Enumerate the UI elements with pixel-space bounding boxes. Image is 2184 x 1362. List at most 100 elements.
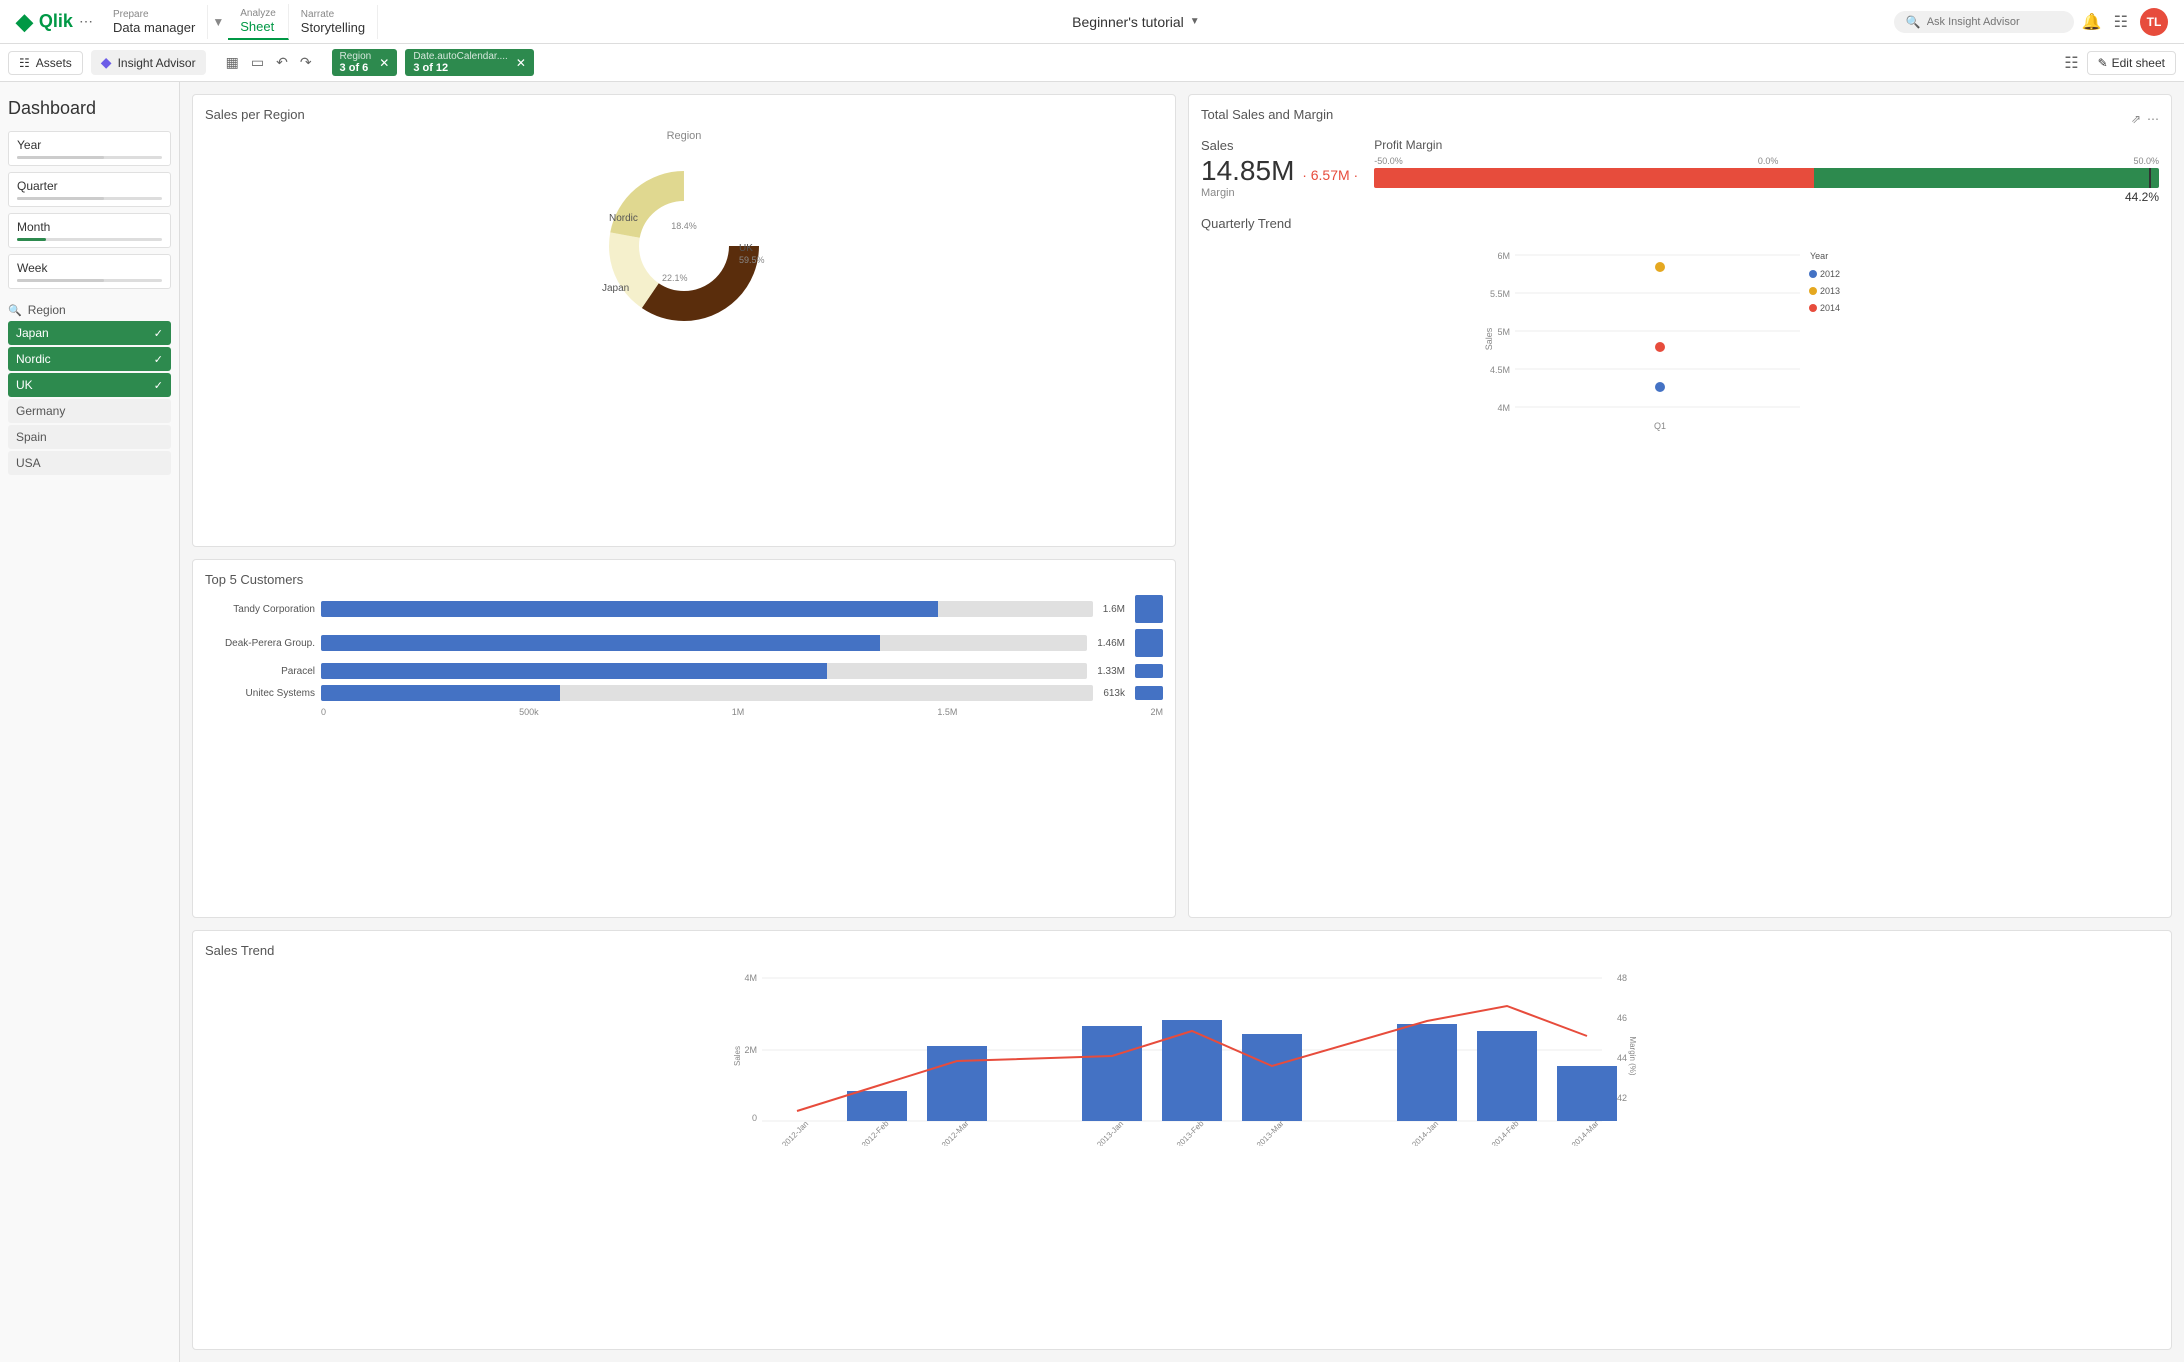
checkmark-icon: ✓ [154,379,163,392]
quarterly-trend-chart: 6M 5.5M 5M 4.5M 4M Q1 [1201,239,2159,459]
sales-trend-chart: 4M 2M 0 48 46 44 42 Sales Margin (%) [205,966,2159,1146]
svg-text:44: 44 [1617,1053,1627,1063]
filter-year[interactable]: Year [8,131,171,166]
x-label-4: 2M [1150,707,1163,717]
nav-search[interactable]: 🔍 [1894,11,2074,33]
filter-chip-date[interactable]: Date.autoCalendar.... 3 of 12 ✕ [405,49,534,76]
dashboard-title: Dashboard [8,90,171,131]
svg-text:2012-Feb: 2012-Feb [860,1119,891,1146]
nav-analyze[interactable]: Analyze Sheet [228,4,289,40]
top5-title: Top 5 Customers [205,572,1163,587]
svg-text:42: 42 [1617,1093,1627,1103]
edit-sheet-button[interactable]: ✎ Edit sheet [2087,51,2176,75]
search-input[interactable] [1927,16,2057,28]
lasso-tool-icon[interactable]: ▭ [247,50,268,75]
filter-chip-region[interactable]: Region 3 of 6 ✕ [332,49,398,76]
sub-nav: ☷ Assets ◆ Insight Advisor ▦ ▭ ↶ ↷ Regio… [0,44,2184,82]
more-options-icon[interactable]: ⋯ [2147,112,2159,126]
bar-track [321,601,1093,617]
sales-per-region-panel: Sales per Region Region UK 59.5% [192,94,1176,547]
svg-text:46: 46 [1617,1013,1627,1023]
edit-label: Edit sheet [2112,56,2165,70]
region-name: Japan [16,326,49,340]
nav-narrate[interactable]: Narrate Storytelling [289,5,378,39]
svg-text:Sales: Sales [733,1046,742,1066]
insight-label: Insight Advisor [118,56,196,70]
notification-icon[interactable]: 🔔 [2082,12,2102,32]
grid-view-icon[interactable]: ☷ [2064,53,2078,73]
assets-button[interactable]: ☷ Assets [8,51,83,75]
svg-text:5.5M: 5.5M [1490,289,1510,299]
assets-icon: ☷ [19,56,30,70]
bar-fill [321,685,560,701]
nav-prepare[interactable]: Prepare Data manager [101,5,208,39]
checkmark-icon: ✓ [154,327,163,340]
nav-prepare-dropdown[interactable]: ▼ [208,15,228,29]
region-axis-label: Region [667,130,702,142]
filter-chip-date-close[interactable]: ✕ [516,56,526,70]
uk-label: UK [739,243,753,254]
nav-title-dropdown-icon[interactable]: ▼ [1190,16,1200,27]
svg-text:4M: 4M [744,973,757,983]
svg-text:2014-Feb: 2014-Feb [1490,1119,1521,1146]
profit-bar-red [1374,168,1813,188]
profit-bar-green [1814,168,2159,188]
bar-label: Unitec Systems [205,688,315,699]
svg-text:2014-Mar: 2014-Mar [1570,1119,1601,1146]
filter-chip-region-close[interactable]: ✕ [379,56,389,70]
bar-label: Tandy Corporation [205,604,315,615]
region-header: 🔍 Region [8,295,171,321]
point-2013 [1655,262,1665,272]
sales-sub-value: · 6.57M · [1302,167,1358,183]
redo-icon[interactable]: ↷ [296,50,316,75]
bar-2014feb [1477,1031,1537,1121]
checkmark-icon: ✓ [154,353,163,366]
bar-2013jan [1082,1026,1142,1121]
region-item-spain[interactable]: Spain [8,425,171,449]
region-item-japan[interactable]: Japan ✓ [8,321,171,345]
region-item-germany[interactable]: Germany [8,399,171,423]
japan-label: Japan [602,283,629,294]
uk-pct: 59.5% [739,255,765,265]
nav-menu-dots[interactable]: ⋯ [79,13,93,30]
bar-2012mar [927,1046,987,1121]
svg-text:2014-Jan: 2014-Jan [1410,1119,1440,1146]
nav-logo[interactable]: ◆ Qlik ⋯ [8,9,101,35]
region-item-nordic[interactable]: Nordic ✓ [8,347,171,371]
bar-value: 1.46M [1097,638,1125,649]
bar-value: 1.33M [1097,666,1125,677]
region-item-usa[interactable]: USA [8,451,171,475]
svg-text:Sales: Sales [1484,327,1494,350]
apps-grid-icon[interactable]: ☷ [2114,12,2128,32]
quarterly-trend-section: Quarterly Trend 6M 5.5M 5M 4.5M 4M [1201,216,2159,905]
undo-icon[interactable]: ↶ [272,50,292,75]
svg-text:2M: 2M [744,1045,757,1055]
bar-value: 613k [1103,688,1125,699]
filter-month[interactable]: Month [8,213,171,248]
region-name: Spain [16,430,47,444]
bar-row-tandy: Tandy Corporation 1.6M [205,595,1163,623]
svg-text:2013-Jan: 2013-Jan [1095,1119,1125,1146]
expand-icon[interactable]: ⇗ [2131,112,2141,126]
sales-trend-title: Sales Trend [205,943,2159,958]
profit-pct: 44.2% [1374,190,2159,204]
nav-icons: 🔔 ☷ TL [2074,8,2176,36]
top-nav: ◆ Qlik ⋯ Prepare Data manager ▼ Analyze … [0,0,2184,44]
insight-advisor-button[interactable]: ◆ Insight Advisor [91,50,206,75]
search-icon: 🔍 [1906,15,1921,29]
filter-week[interactable]: Week [8,254,171,289]
bar-chart: Tandy Corporation 1.6M Deak-Perera Group… [205,595,1163,717]
japan-pct: 22.1% [662,273,688,283]
region-item-uk[interactable]: UK ✓ [8,373,171,397]
svg-text:2013-Feb: 2013-Feb [1175,1119,1206,1146]
x-axis-labels: 0 500k 1M 1.5M 2M [205,707,1163,717]
filter-quarter[interactable]: Quarter [8,172,171,207]
user-avatar[interactable]: TL [2140,8,2168,36]
donut-container: Region UK 59.5% Nordic 18.4% [205,130,1163,346]
point-2012 [1655,382,1665,392]
nordic-pct: 18.4% [671,221,697,231]
select-tool-icon[interactable]: ▦ [222,50,243,75]
total-sales-header: Total Sales and Margin ⇗ ⋯ [1201,107,2159,130]
content-area: Sales per Region Region UK 59.5% [180,82,2184,1362]
main-layout: Dashboard Year Quarter Month Week 🔍 Regi… [0,82,2184,1362]
